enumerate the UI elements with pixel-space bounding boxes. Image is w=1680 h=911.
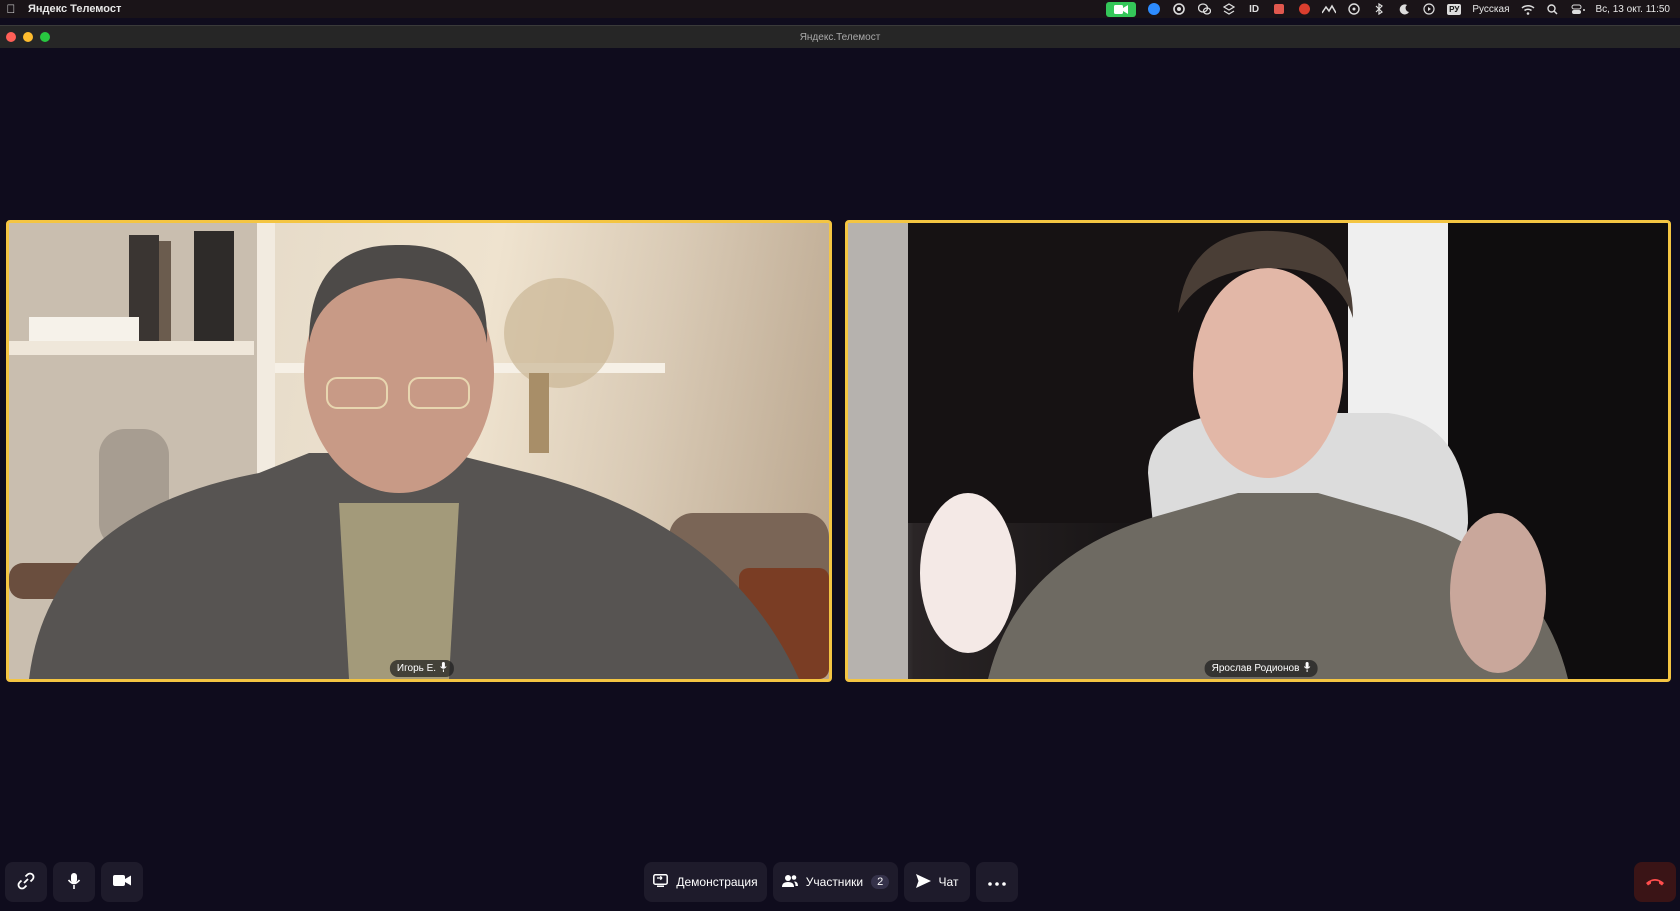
- chat-label: Чат: [938, 875, 959, 889]
- participant-name: Игорь Е.: [396, 663, 437, 674]
- window-titlebar: Яндекс.Телемост: [0, 25, 1680, 48]
- chat-button[interactable]: Чат: [904, 862, 970, 902]
- dropbox-icon[interactable]: [1222, 3, 1236, 15]
- spotlight-icon[interactable]: [1546, 3, 1560, 15]
- screen-share-label: Демонстрация: [676, 875, 758, 889]
- app-mountain-icon[interactable]: [1322, 3, 1337, 15]
- camera-toggle-button[interactable]: [101, 862, 143, 902]
- camera-in-use-icon[interactable]: [1106, 1, 1137, 17]
- bluetooth-icon[interactable]: [1372, 3, 1386, 15]
- id-icon[interactable]: ID: [1247, 3, 1261, 15]
- control-center-icon[interactable]: [1571, 3, 1585, 15]
- close-window-button[interactable]: [6, 32, 16, 42]
- hang-up-icon: [1645, 875, 1665, 889]
- more-options-button[interactable]: [976, 862, 1018, 902]
- participant-video-frame: [848, 223, 1668, 679]
- mic-icon: [1303, 662, 1311, 675]
- play-icon[interactable]: [1422, 3, 1436, 15]
- wifi-icon[interactable]: [1521, 3, 1535, 15]
- participant-video-tile[interactable]: Игорь Е.: [6, 220, 832, 682]
- microphone-toggle-button[interactable]: [53, 862, 95, 902]
- moon-icon[interactable]: [1397, 3, 1411, 15]
- vpn-icon[interactable]: [1347, 3, 1361, 15]
- participants-count-badge: 2: [871, 875, 890, 889]
- creative-cloud-icon[interactable]: [1297, 3, 1311, 15]
- chrome-icon[interactable]: [1172, 3, 1186, 15]
- leave-call-button[interactable]: [1634, 862, 1676, 902]
- keyboard-layout-name[interactable]: Русская: [1472, 4, 1509, 15]
- copy-link-button[interactable]: [5, 862, 47, 902]
- send-icon: [915, 873, 931, 891]
- participants-label: Участники: [805, 875, 864, 889]
- participant-name: Ярослав Родионов: [1211, 663, 1300, 674]
- microphone-icon: [67, 872, 81, 893]
- menubar-status-area: ID РУ Русская Вс, 13 окт. 11:50: [1106, 0, 1670, 18]
- app-icon[interactable]: [1272, 3, 1286, 15]
- zoom-icon[interactable]: [1147, 3, 1161, 15]
- maximize-window-button[interactable]: [40, 32, 50, 42]
- menubar-clock[interactable]: Вс, 13 окт. 11:50: [1596, 4, 1671, 15]
- screen-share-button[interactable]: Демонстрация: [644, 862, 767, 902]
- participant-video-tile[interactable]: Ярослав Родионов: [845, 220, 1671, 682]
- menubar-app-name[interactable]: Яндекс Телемост: [28, 3, 121, 15]
- participant-name-tag: Игорь Е.: [389, 660, 455, 677]
- screen-share-icon: [653, 874, 669, 890]
- link-icon: [17, 872, 35, 893]
- participants-button[interactable]: Участники 2: [773, 862, 898, 902]
- keyboard-layout-badge[interactable]: РУ: [1447, 3, 1462, 15]
- participant-video-frame: [9, 223, 829, 679]
- minimize-window-button[interactable]: [23, 32, 33, 42]
- window-title: Яндекс.Телемост: [799, 31, 881, 43]
- participant-name-tag: Ярослав Родионов: [1204, 660, 1318, 677]
- more-horizontal-icon: [988, 875, 1006, 889]
- participants-icon: [781, 874, 798, 890]
- mic-icon: [440, 662, 447, 675]
- camera-icon: [113, 874, 131, 890]
- macos-menubar:  Яндекс Телемост ID РУ Русская Вс, 13 о…: [0, 0, 1680, 18]
- window-controls: [6, 32, 50, 42]
- apple-icon[interactable]: : [6, 2, 16, 16]
- wechat-icon[interactable]: [1197, 3, 1211, 15]
